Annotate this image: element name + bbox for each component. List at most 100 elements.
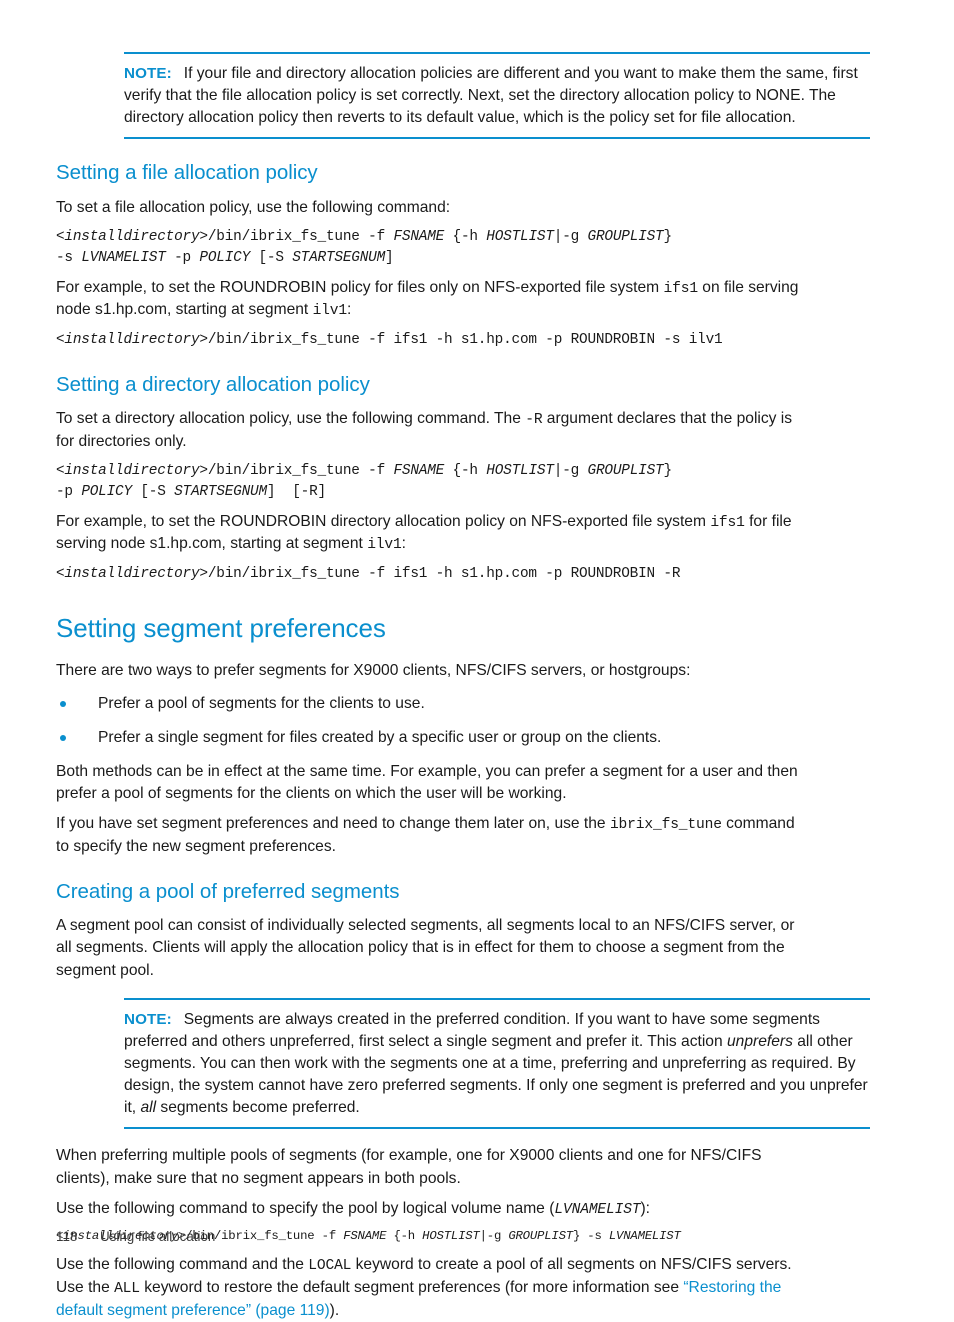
page-footer: 118 Using file allocation (56, 1229, 215, 1244)
syntax-text: } (663, 229, 672, 246)
syntax-installdirectory: <installdirectory> (56, 463, 208, 480)
intro-text: To set a directory allocation policy, us… (56, 410, 526, 428)
segment-preferences-para-1: Both methods can be in effect at the sam… (56, 762, 798, 802)
example-text: For example, to set the ROUNDROBIN direc… (56, 512, 711, 530)
syntax-installdirectory: <installdirectory> (56, 229, 208, 246)
footer-page-number: 118 (56, 1229, 78, 1244)
syntax-text: |-g (479, 1229, 509, 1244)
note-1-body: NOTE: If your file and directory allocati… (124, 63, 870, 129)
directory-allocation-example-intro: For example, to set the ROUNDROBIN direc… (56, 511, 802, 556)
syntax-installdirectory: <installdirectory> (56, 332, 208, 349)
file-allocation-intro: To set a file allocation policy, use the… (56, 199, 451, 217)
pool-preferred-para-1: A segment pool can consist of individual… (56, 917, 795, 979)
segment-preferences-para-2: If you have set segment preferences and … (56, 813, 802, 858)
note-2-emphasis-all: all (140, 1099, 157, 1117)
segment-preferences-bullet-list: Prefer a pool of segments for the client… (56, 693, 802, 749)
heading-creating-pool-of-preferred-segments: Creating a pool of preferred segments (56, 879, 400, 903)
heading-setting-file-allocation-policy: Setting a file allocation policy (56, 161, 318, 185)
example-code-ilv1: ilv1 (367, 537, 402, 554)
example-text: : (401, 535, 406, 553)
syntax-text: |-g (553, 229, 588, 246)
syntax-text: -p (165, 249, 200, 266)
syntax-lvnamelist: LVNAMELIST (81, 249, 166, 266)
syntax-text: /bin/ibrix_fs_tune -f ifs1 -h s1.hp.com … (207, 332, 723, 349)
file-allocation-syntax-block: <installdirectory>/bin/ibrix_fs_tune -f … (56, 227, 802, 268)
syntax-startsegnum: STARTSEGNUM (292, 249, 386, 266)
pool-preferred-para-2: When preferring multiple pools of segmen… (56, 1147, 762, 1187)
note-2-text: segments become preferred. (156, 1099, 360, 1117)
syntax-text: } (663, 463, 672, 480)
syntax-hostlist: HOSTLIST (486, 229, 554, 246)
list-item: Prefer a single segment for files create… (56, 727, 802, 749)
syntax-text: {-h (444, 229, 487, 246)
segment-preferences-intro: There are two ways to prefer segments fo… (56, 662, 691, 680)
syntax-policy: POLICY (199, 249, 251, 266)
note-2-text: Segments are always created in the prefe… (124, 1010, 820, 1050)
note-1-label: NOTE: (124, 65, 172, 82)
list-item-label: Prefer a pool of segments for the client… (98, 695, 425, 713)
bullet-dot-icon (60, 735, 66, 742)
footer-chapter-title: Using file allocation (100, 1229, 216, 1244)
note-2-label: NOTE: (124, 1010, 172, 1028)
para-text: Use the following command to specify the… (56, 1199, 555, 1217)
para-text: If you have set segment preferences and … (56, 814, 610, 832)
syntax-text: {-h (386, 1229, 423, 1244)
intro-code-r-flag: -R (525, 412, 543, 429)
syntax-text: ] [-R] (266, 483, 326, 500)
syntax-hostlist: HOSTLIST (486, 463, 554, 480)
note-2-body: NOTE: Segments are always created in the … (124, 1009, 870, 1120)
example-text: : (347, 301, 352, 319)
para-code-lvnamelist: LVNAMELIST (554, 1201, 641, 1218)
syntax-lvnamelist: LVNAMELIST (608, 1229, 681, 1244)
syntax-grouplist: GROUPLIST (587, 229, 664, 246)
syntax-text: ] (385, 249, 394, 266)
note-1-text: If your file and directory allocation po… (124, 65, 858, 127)
syntax-text: /bin/ibrix_fs_tune -f (207, 229, 394, 246)
page-content: NOTE: If your file and directory allocati… (56, 52, 870, 1322)
syntax-grouplist: GROUPLIST (587, 463, 664, 480)
file-allocation-example-command: <installdirectory>/bin/ibrix_fs_tune -f … (56, 330, 802, 351)
para-text: keyword to restore the default segment p… (139, 1278, 684, 1296)
para-text: ): (640, 1199, 650, 1217)
syntax-fsname: FSNAME (393, 463, 445, 480)
syntax-grouplist: GROUPLIST (508, 1229, 573, 1244)
syntax-text: {-h (444, 463, 487, 480)
note-callout-1: NOTE: If your file and directory allocati… (124, 52, 870, 140)
list-item-label: Prefer a single segment for files create… (98, 729, 662, 747)
syntax-installdirectory: <installdirectory> (56, 566, 208, 583)
pool-preferred-para-3: Use the following command to specify the… (56, 1198, 802, 1221)
pool-preferred-para-4: Use the following command and the LOCAL … (56, 1254, 802, 1322)
syntax-text: /bin/ibrix_fs_tune -f (207, 463, 394, 480)
directory-allocation-intro: To set a directory allocation policy, us… (56, 408, 802, 453)
syntax-text: /bin/ibrix_fs_tune -f ifs1 -h s1.hp.com … (207, 566, 681, 583)
para-text: ). (329, 1301, 340, 1319)
file-allocation-example-intro: For example, to set the ROUNDROBIN polic… (56, 277, 802, 322)
syntax-hostlist: HOSTLIST (422, 1229, 480, 1244)
example-code-ifs1: ifs1 (710, 514, 745, 531)
note-2-emphasis-unprefers: unprefers (727, 1032, 793, 1050)
directory-allocation-example-command: <installdirectory>/bin/ibrix_fs_tune -f … (56, 564, 802, 585)
syntax-fsname: FSNAME (393, 229, 445, 246)
list-item: Prefer a pool of segments for the client… (56, 693, 802, 715)
document-page: NOTE: If your file and directory allocati… (0, 0, 954, 1319)
syntax-text: -p (56, 483, 82, 500)
example-code-ifs1: ifs1 (663, 280, 699, 297)
syntax-text: |-g (553, 463, 588, 480)
heading-setting-segment-preferences: Setting segment preferences (56, 612, 386, 643)
example-text: For example, to set the ROUNDROBIN polic… (56, 278, 664, 296)
para-code-local: LOCAL (308, 1258, 352, 1275)
syntax-text: } -s (572, 1229, 609, 1244)
syntax-startsegnum: STARTSEGNUM (174, 483, 267, 500)
heading-setting-directory-allocation-policy: Setting a directory allocation policy (56, 372, 370, 396)
directory-allocation-syntax-block: <installdirectory>/bin/ibrix_fs_tune -f … (56, 461, 802, 502)
syntax-fsname: FSNAME (343, 1229, 387, 1244)
para-code-all: ALL (114, 1280, 140, 1297)
syntax-policy: POLICY (81, 483, 132, 500)
example-code-ilv1: ilv1 (312, 303, 348, 320)
syntax-text: [-S (131, 483, 175, 500)
bullet-dot-icon (60, 701, 66, 708)
note-callout-2: NOTE: Segments are always created in the … (124, 997, 870, 1130)
syntax-text: -s (56, 249, 82, 266)
para-code-ibrix-fs-tune: ibrix_fs_tune (609, 816, 722, 833)
syntax-text: [-S (250, 249, 293, 266)
